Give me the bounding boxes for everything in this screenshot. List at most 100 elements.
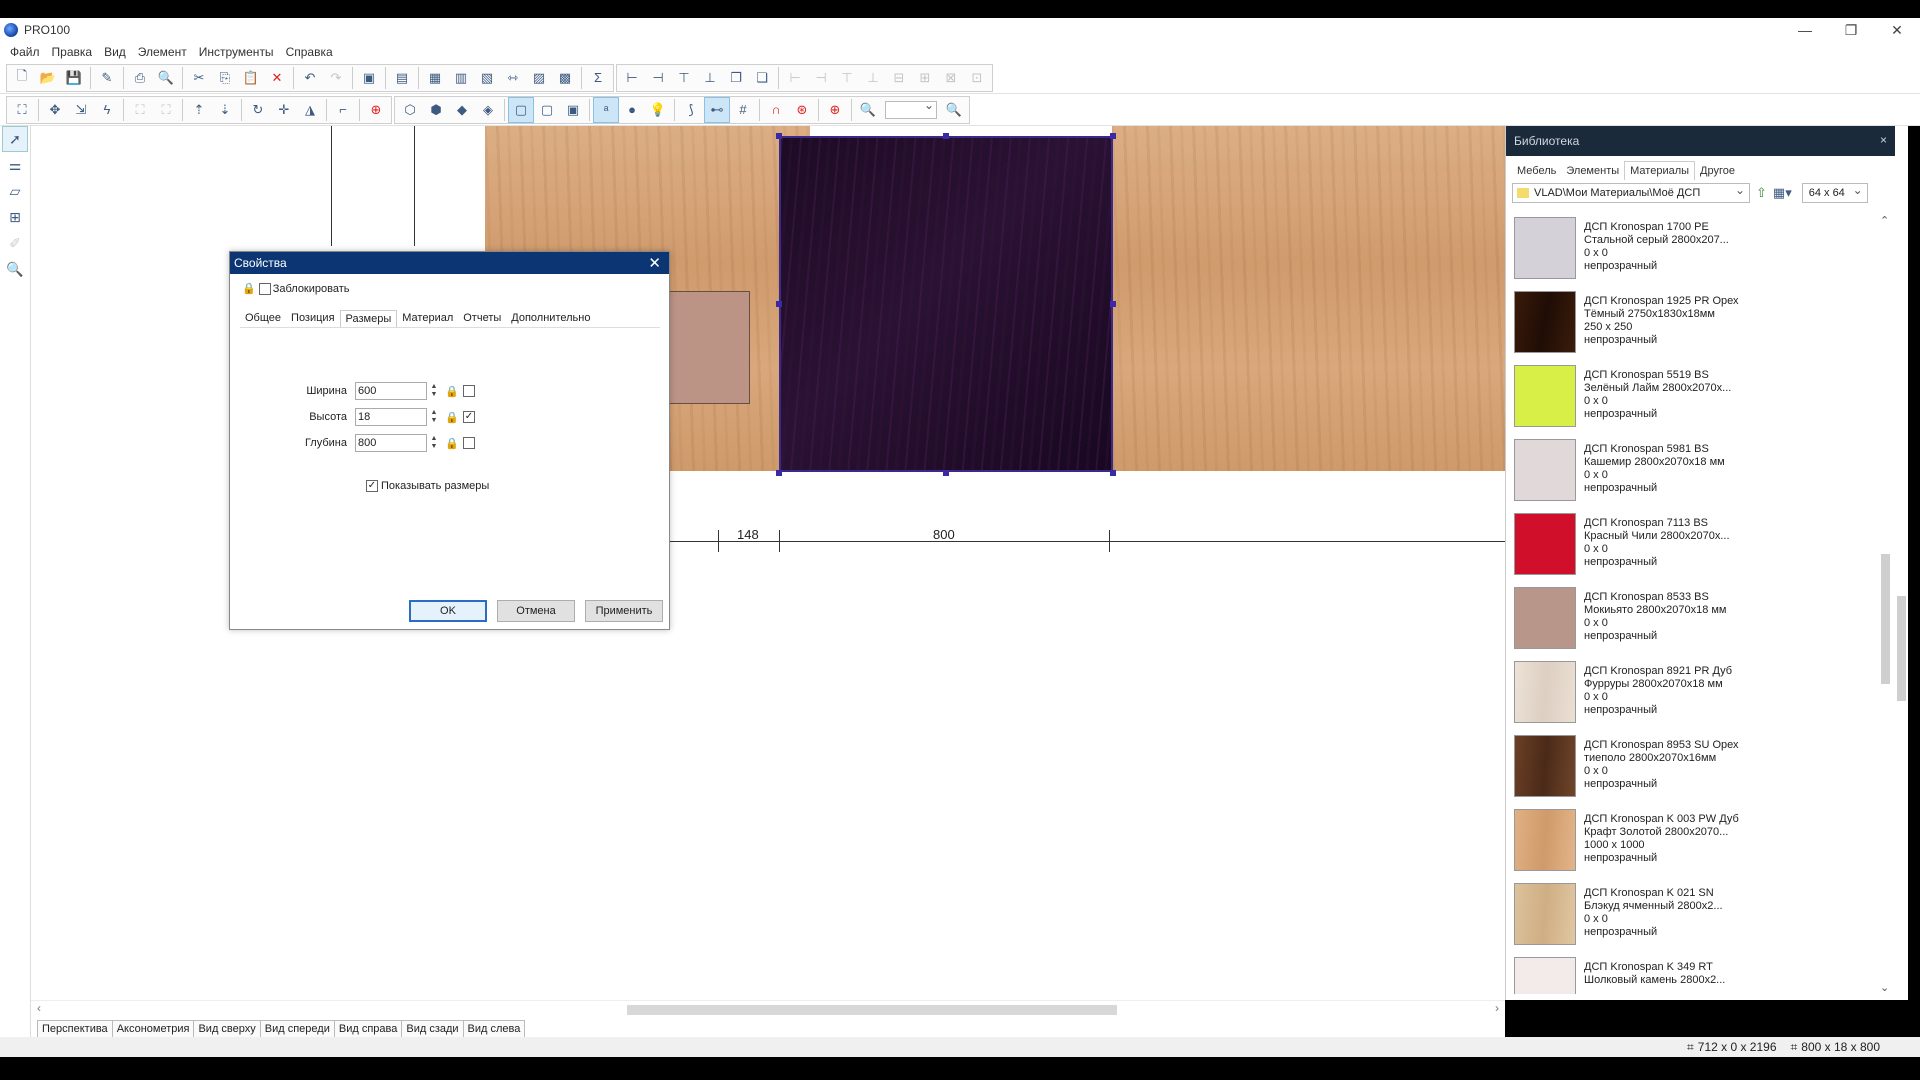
sum-icon[interactable]: Σ [585, 65, 611, 91]
distribute-3-icon[interactable]: ⊤ [834, 65, 860, 91]
folder-up-icon[interactable]: ⇧ [1756, 185, 1767, 201]
redo-icon[interactable]: ↷ [323, 65, 349, 91]
wood-panel-right[interactable] [1112, 126, 1505, 471]
tab-back-view[interactable]: Вид сзади [401, 1020, 464, 1037]
project-info-icon[interactable]: ▤ [389, 65, 415, 91]
move-cross-icon[interactable]: ✛ [271, 97, 297, 123]
list-item[interactable]: ДСП Kronospan 8953 SU Орех тиеполо 2800х… [1514, 732, 1870, 806]
library-tab-elements[interactable]: Элементы [1561, 162, 1624, 180]
depth-input[interactable]: 800 [355, 434, 427, 452]
menu-file[interactable]: Файл [4, 45, 46, 59]
dialog-close-icon[interactable]: ✕ [648, 254, 661, 272]
selected-dark-panel[interactable] [779, 136, 1113, 472]
delete-icon[interactable]: ✕ [264, 65, 290, 91]
zoom-in-icon[interactable]: 🔍 [941, 97, 967, 123]
maximize-button[interactable]: ❐ [1828, 18, 1874, 42]
lock-checkbox[interactable] [258, 282, 271, 295]
tab-general[interactable]: Общее [240, 310, 286, 327]
height-lock-icon[interactable]: 🔒 [445, 411, 459, 424]
labels-icon[interactable]: ᵃ [593, 96, 619, 123]
selection-handle[interactable] [776, 133, 782, 139]
box-view-2-icon[interactable]: ▢ [534, 97, 560, 123]
collision-icon[interactable]: ⊛ [789, 97, 815, 123]
wireframe-icon[interactable]: ⬡ [397, 97, 423, 123]
small-panel[interactable] [669, 291, 750, 404]
align-left-icon[interactable]: ⊢ [619, 65, 645, 91]
menu-help[interactable]: Справка [280, 45, 339, 59]
copy-icon[interactable]: ⎘ [212, 65, 238, 91]
align-bottom-icon[interactable]: ⊥ [697, 65, 723, 91]
tab-position[interactable]: Позиция [286, 310, 340, 327]
undo-icon[interactable]: ↶ [297, 65, 323, 91]
materials-icon[interactable]: ● [619, 97, 645, 123]
shape-tool-icon[interactable]: ▱ [2, 178, 28, 204]
tab-dimensions[interactable]: Размеры [339, 310, 398, 327]
align-right-icon[interactable]: ⊣ [645, 65, 671, 91]
tab-material[interactable]: Материал [397, 310, 458, 327]
hidden-lines-icon[interactable]: ⬢ [423, 97, 449, 123]
minimize-button[interactable]: — [1782, 18, 1828, 42]
mirror-icon[interactable]: ◮ [297, 97, 323, 123]
tab-axonometry[interactable]: Аксонометрия [111, 1020, 195, 1037]
box-view-3-icon[interactable]: ▣ [560, 97, 586, 123]
menu-tools[interactable]: Инструменты [193, 45, 280, 59]
list-item[interactable]: ДСП Kronospan 7113 BS Красный Чили 2800х… [1514, 510, 1870, 584]
distribute-4-icon[interactable]: ⊥ [860, 65, 886, 91]
list-item[interactable]: ДСП Kronospan K 349 RT Шолковый камень 2… [1514, 954, 1870, 994]
pointer-tool-icon[interactable]: ➚ [2, 126, 28, 152]
parts-list-icon[interactable]: ▧ [474, 65, 500, 91]
tab-top-view[interactable]: Вид сверху [193, 1020, 261, 1037]
move-copy-icon[interactable]: ⇲ [68, 97, 94, 123]
zoom-out-icon[interactable]: 🔍 [855, 97, 881, 123]
measure-tool-icon[interactable]: ⊞ [2, 204, 28, 230]
canvas-horizontal-scrollbar[interactable]: ‹ › [31, 1000, 1505, 1017]
up-icon[interactable]: ⇡ [186, 97, 212, 123]
paint-tool-icon[interactable]: ✐ [2, 230, 28, 256]
scroll-right-icon[interactable]: › [1495, 1001, 1499, 1015]
close-window-button[interactable]: ✕ [1874, 18, 1920, 42]
selection-handle[interactable] [943, 470, 949, 476]
ok-button[interactable]: OK [409, 600, 487, 622]
box-view-1-icon[interactable]: ▢ [508, 96, 534, 123]
list-item[interactable]: ДСП Kronospan 1700 PE Стальной серый 280… [1514, 214, 1870, 288]
move-icon[interactable]: ✥ [42, 97, 68, 123]
price-report-icon[interactable]: ▨ [526, 65, 552, 91]
magnet-icon[interactable]: ∩ [763, 97, 789, 123]
library-vertical-scrollbar[interactable]: ⌃ ⌄ [1877, 214, 1893, 994]
height-checkbox[interactable]: ✓ [463, 411, 475, 423]
library-close-button[interactable]: × [1880, 133, 1887, 147]
library-path-select[interactable]: VLAD\Мои Материалы\Моё ДСП [1512, 183, 1750, 203]
tab-right-view[interactable]: Вид справа [333, 1020, 403, 1037]
view-mode-icon[interactable]: ▦▾ [1773, 185, 1792, 201]
thumbnail-size-select[interactable]: 64 x 64 [1801, 183, 1868, 203]
hardware-report-icon[interactable]: ▩ [552, 65, 578, 91]
distribute-1-icon[interactable]: ⊢ [782, 65, 808, 91]
selection-handle[interactable] [1110, 133, 1116, 139]
print-icon[interactable]: ⎙ [127, 65, 153, 91]
selection-handle[interactable] [776, 301, 782, 307]
properties-icon[interactable]: ✎ [94, 65, 120, 91]
distribute-2-icon[interactable]: ⊣ [808, 65, 834, 91]
tab-perspective[interactable]: Перспектива [37, 1020, 113, 1037]
selection-handle[interactable] [776, 470, 782, 476]
down-icon[interactable]: ⇣ [212, 97, 238, 123]
width-checkbox[interactable] [463, 385, 475, 397]
width-lock-icon[interactable]: 🔒 [445, 385, 459, 398]
scrollbar-thumb[interactable] [1897, 596, 1906, 701]
library-tab-furniture[interactable]: Мебель [1512, 162, 1561, 180]
list-item[interactable]: ДСП Kronospan 8921 PR Дуб Фурруры 2800х2… [1514, 658, 1870, 732]
apply-button[interactable]: Применить [585, 600, 663, 622]
textured-icon[interactable]: ◈ [475, 97, 501, 123]
scroll-left-icon[interactable]: ‹ [37, 1001, 41, 1015]
width-stepper-icon[interactable]: ▲ ▼ [429, 382, 439, 400]
frame-icon[interactable]: ⛶ [127, 97, 153, 123]
depth-checkbox[interactable] [463, 437, 475, 449]
align-top-icon[interactable]: ⊤ [671, 65, 697, 91]
cut-icon[interactable]: ✂ [186, 65, 212, 91]
cut-list-icon[interactable]: ▥ [448, 65, 474, 91]
dialog-title-bar[interactable]: Свойства ✕ [230, 252, 669, 274]
magic-icon[interactable]: ϟ [94, 97, 120, 123]
depth-lock-icon[interactable]: 🔒 [445, 437, 459, 450]
ungroup-icon[interactable]: ❏ [749, 65, 775, 91]
select-all-icon[interactable]: ⛶ [9, 97, 35, 123]
